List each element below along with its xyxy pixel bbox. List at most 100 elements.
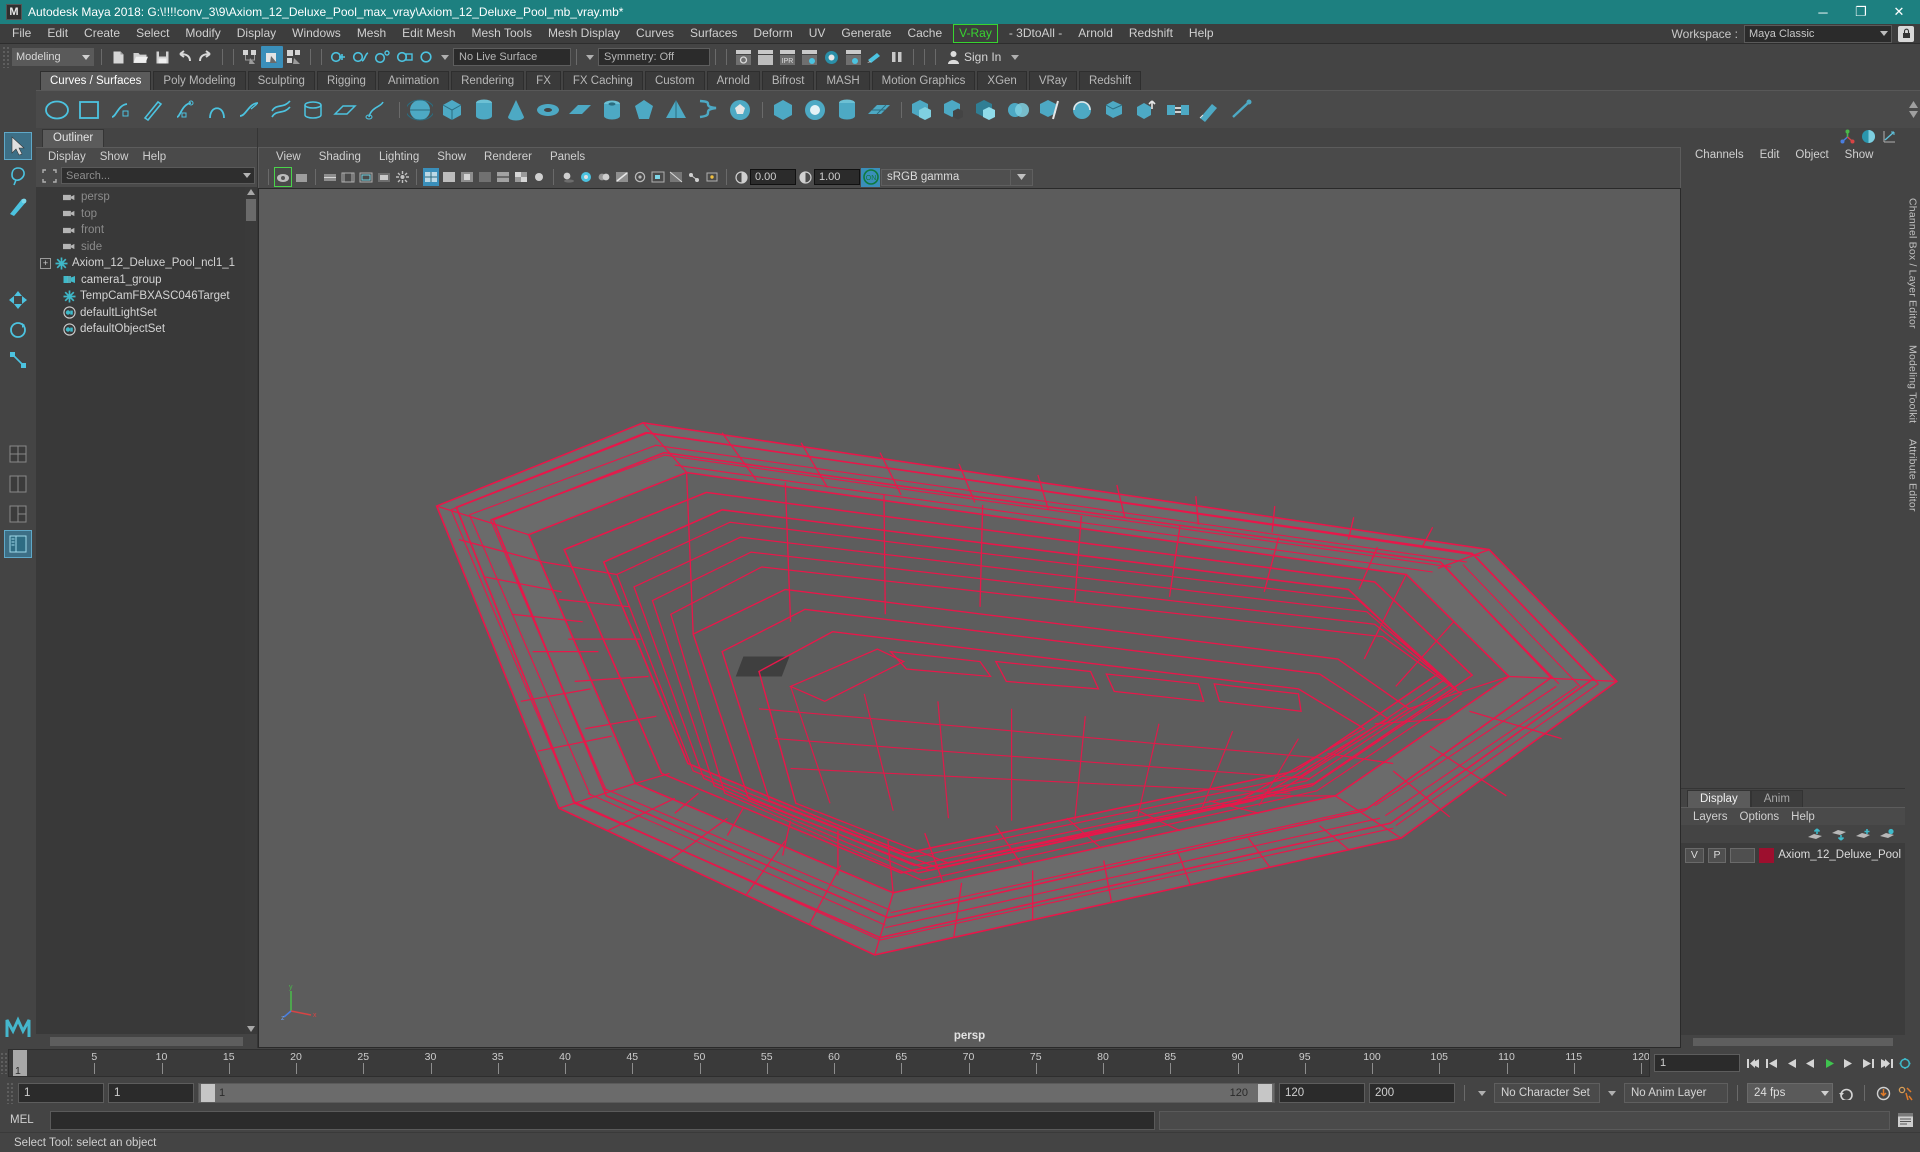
menu-modify[interactable]: Modify: [177, 24, 228, 43]
layer-row[interactable]: V P Axiom_12_Deluxe_Pool: [1681, 846, 1905, 864]
menu-redshift[interactable]: Redshift: [1121, 24, 1181, 43]
poly-cone-icon[interactable]: [501, 94, 531, 126]
layer-horizontal-scrollbar[interactable]: [1681, 1035, 1905, 1048]
shelf-tab-arnold[interactable]: Arnold: [706, 71, 760, 90]
outliner-item-axiom-pool[interactable]: + Axiom_12_Deluxe_Pool_ncl1_1: [36, 255, 257, 272]
range-end-handle[interactable]: [1258, 1084, 1272, 1102]
step-back-frame-icon[interactable]: [1782, 1053, 1800, 1073]
smooth-shade-all-icon[interactable]: [441, 168, 457, 186]
scrollbar-thumb[interactable]: [50, 1036, 243, 1046]
pause-render-icon[interactable]: [886, 46, 908, 68]
shelf-tab-vray[interactable]: VRay: [1028, 71, 1077, 90]
live-surface-field[interactable]: No Live Surface: [453, 48, 571, 66]
menu-windows[interactable]: Windows: [284, 24, 349, 43]
select-by-object-icon[interactable]: [261, 46, 283, 68]
timeline-grip[interactable]: [0, 1052, 8, 1074]
wireframe-on-shaded-icon[interactable]: [495, 168, 511, 186]
attribute-editor-icon[interactable]: [1861, 129, 1876, 144]
outliner-item-default-light-set[interactable]: defaultLightSet: [36, 305, 257, 322]
shelf-tab-motion-graphics[interactable]: Motion Graphics: [871, 71, 976, 90]
command-output[interactable]: [1159, 1110, 1890, 1130]
graph-editor-icon[interactable]: [1882, 129, 1897, 144]
play-forwards-icon[interactable]: [1820, 1053, 1838, 1073]
menu-select[interactable]: Select: [128, 24, 177, 43]
vtab-attribute-editor[interactable]: Attribute Editor: [1907, 439, 1919, 512]
script-editor-icon[interactable]: [1894, 1110, 1916, 1130]
outliner-item-side[interactable]: side: [36, 239, 257, 256]
subdiv-cylinder-icon[interactable]: [832, 94, 862, 126]
poly-pyramid-icon[interactable]: [661, 94, 691, 126]
extrude-surface-icon[interactable]: [362, 94, 392, 126]
select-by-component-icon[interactable]: [283, 46, 305, 68]
redo-icon[interactable]: [195, 46, 217, 68]
select-tool-icon[interactable]: [4, 132, 32, 160]
shelf-tab-curves-surfaces[interactable]: Curves / Surfaces: [40, 71, 152, 90]
new-layer-icon[interactable]: [1855, 828, 1871, 841]
scroll-up-icon[interactable]: [246, 187, 256, 197]
outliner-item-front[interactable]: front: [36, 222, 257, 239]
symmetry-field[interactable]: Symmetry: Off: [598, 48, 710, 66]
chevron-down-icon[interactable]: [1011, 54, 1020, 60]
viewport-menu-shading[interactable]: Shading: [310, 151, 370, 163]
perspective-viewport[interactable]: y x z persp: [258, 188, 1681, 1048]
layer-tab-anim[interactable]: Anim: [1750, 790, 1803, 807]
layer-list[interactable]: V P Axiom_12_Deluxe_Pool: [1681, 843, 1905, 1035]
render-view-icon[interactable]: [842, 46, 864, 68]
paint-select-tool-icon[interactable]: [4, 192, 32, 220]
channelbox-menu-object[interactable]: Object: [1787, 149, 1836, 161]
command-input[interactable]: [50, 1110, 1155, 1130]
menu-cache[interactable]: Cache: [899, 24, 950, 43]
step-forward-keyframe-icon[interactable]: [1858, 1053, 1876, 1073]
snap-to-projected-center-icon[interactable]: [393, 46, 415, 68]
subdiv-plane-icon[interactable]: [864, 94, 894, 126]
color-management-select[interactable]: sRGB gamma: [881, 168, 1011, 186]
layer-tab-display[interactable]: Display: [1687, 790, 1751, 807]
expand-toggle-icon[interactable]: +: [40, 257, 51, 269]
sign-in-button[interactable]: Sign In: [941, 47, 1007, 67]
poly-torus-icon[interactable]: [533, 94, 563, 126]
poly-prism-icon[interactable]: [629, 94, 659, 126]
outliner-item-default-object-set[interactable]: defaultObjectSet: [36, 321, 257, 338]
menuset-select[interactable]: Modeling: [12, 48, 94, 66]
snap-to-grid-icon[interactable]: [327, 46, 349, 68]
shelf-tab-rigging[interactable]: Rigging: [316, 71, 376, 90]
outliner-tab[interactable]: Outliner: [42, 129, 105, 147]
outliner-search-input[interactable]: Search...: [61, 167, 255, 184]
outliner-menu-help[interactable]: Help: [137, 151, 173, 163]
layer-menu-help[interactable]: Help: [1785, 811, 1821, 823]
outliner-tree[interactable]: persp top front side + Axiom_12_Deluxe_P…: [36, 187, 257, 1034]
layer-visibility-toggle[interactable]: V: [1685, 847, 1704, 863]
bridge-icon[interactable]: [1163, 94, 1193, 126]
poly-pipe-icon[interactable]: [597, 94, 627, 126]
boolean-intersection-icon[interactable]: [971, 94, 1001, 126]
current-frame-field[interactable]: 1: [1654, 1054, 1740, 1072]
smooth-shade-selected-icon[interactable]: [459, 168, 475, 186]
menu-deform[interactable]: Deform: [745, 24, 800, 43]
loop-playback-icon[interactable]: [1837, 1083, 1855, 1103]
select-camera-icon[interactable]: [274, 167, 292, 187]
minimize-icon[interactable]: ─: [1804, 0, 1842, 24]
select-filter-icon[interactable]: [40, 167, 58, 184]
menu-file[interactable]: File: [4, 24, 39, 43]
range-grip[interactable]: [6, 1082, 14, 1104]
xray-icon[interactable]: [668, 168, 684, 186]
menu-surfaces[interactable]: Surfaces: [682, 24, 745, 43]
toolbar-grip[interactable]: [2, 46, 10, 68]
viewport-menu-lighting[interactable]: Lighting: [370, 151, 428, 163]
poly-soccer-ball-icon[interactable]: [725, 94, 755, 126]
new-layer-from-selection-icon[interactable]: [1879, 828, 1895, 841]
menu-display[interactable]: Display: [229, 24, 284, 43]
transform-axes-icon[interactable]: [1840, 129, 1855, 144]
ep-curve-tool-icon[interactable]: [106, 94, 136, 126]
outliner-item-tempcam-target[interactable]: TempCamFBXASC046Target: [36, 288, 257, 305]
menu-vray[interactable]: V-Ray: [953, 24, 998, 43]
playback-start-field[interactable]: 1: [108, 1083, 194, 1103]
render-current-frame-icon[interactable]: [732, 46, 754, 68]
workspace-select[interactable]: Maya Classic: [1744, 24, 1892, 43]
shelf-tab-fx-caching[interactable]: FX Caching: [562, 71, 643, 90]
exposure-control-icon[interactable]: [733, 168, 749, 186]
play-backwards-icon[interactable]: [1801, 1053, 1819, 1073]
current-time-indicator[interactable]: 1: [13, 1050, 27, 1076]
layout-outliner-persp-icon[interactable]: [4, 530, 32, 558]
pencil-curve-tool-icon[interactable]: [138, 94, 168, 126]
